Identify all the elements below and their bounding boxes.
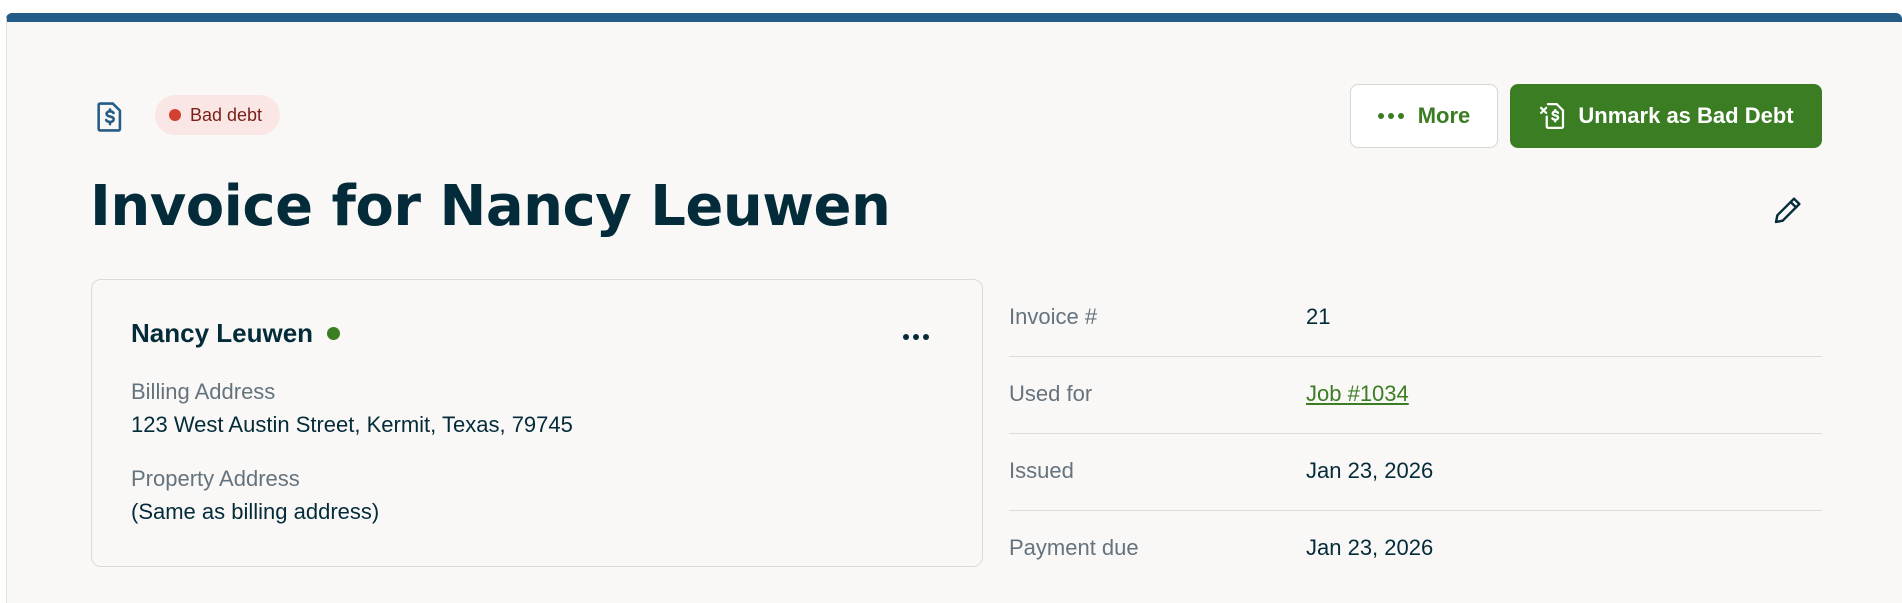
invoice-details: Invoice # 21 Used for Job #1034 Issued J… (1009, 280, 1822, 587)
page-title: Invoice for Nancy Leuwen (90, 174, 891, 239)
bad-debt-status-dot (169, 109, 181, 121)
detail-row-invoice-number: Invoice # 21 (1009, 280, 1822, 357)
detail-label: Issued (1009, 458, 1074, 483)
billing-address-value: 123 West Austin Street, Kermit, Texas, 7… (131, 412, 573, 437)
detail-value: 21 (1306, 304, 1331, 329)
detail-label: Invoice # (1009, 304, 1098, 329)
client-name[interactable]: Nancy Leuwen (131, 318, 313, 349)
more-button[interactable]: More (1350, 84, 1498, 148)
invoice-document-icon (97, 102, 122, 132)
detail-value: Jan 23, 2026 (1306, 535, 1434, 560)
property-address-label: Property Address (131, 466, 300, 491)
bad-debt-icon (1540, 103, 1565, 129)
bad-debt-badge: Bad debt (155, 95, 281, 135)
billing-address-label: Billing Address (131, 379, 276, 404)
detail-label: Payment due (1009, 535, 1139, 560)
detail-row-issued: Issued Jan 23, 2026 (1009, 434, 1822, 511)
job-link[interactable]: Job #1034 (1306, 381, 1409, 407)
detail-value: Jan 23, 2026 (1306, 458, 1434, 483)
invoice-card: Bad debt More Unmark as Bad Debt Invoice… (6, 13, 1902, 603)
client-name-row: Nancy Leuwen (131, 318, 341, 349)
detail-row-payment-due: Payment due Jan 23, 2026 (1009, 511, 1822, 587)
client-menu-dots-icon[interactable] (899, 330, 933, 344)
unmark-bad-debt-button[interactable]: Unmark as Bad Debt (1510, 84, 1822, 148)
detail-row-used-for: Used for Job #1034 (1009, 357, 1822, 434)
client-card: Nancy Leuwen Billing Address 123 West Au… (91, 279, 983, 567)
unmark-bad-debt-label: Unmark as Bad Debt (1578, 103, 1794, 128)
bad-debt-badge-label: Bad debt (190, 104, 263, 125)
property-address-value: (Same as billing address) (131, 499, 380, 524)
client-online-status-icon (327, 327, 341, 340)
detail-label: Used for (1009, 381, 1093, 406)
more-dots-icon (1377, 113, 1404, 119)
pencil-edit-icon[interactable] (1772, 194, 1804, 226)
more-button-label: More (1417, 103, 1471, 128)
